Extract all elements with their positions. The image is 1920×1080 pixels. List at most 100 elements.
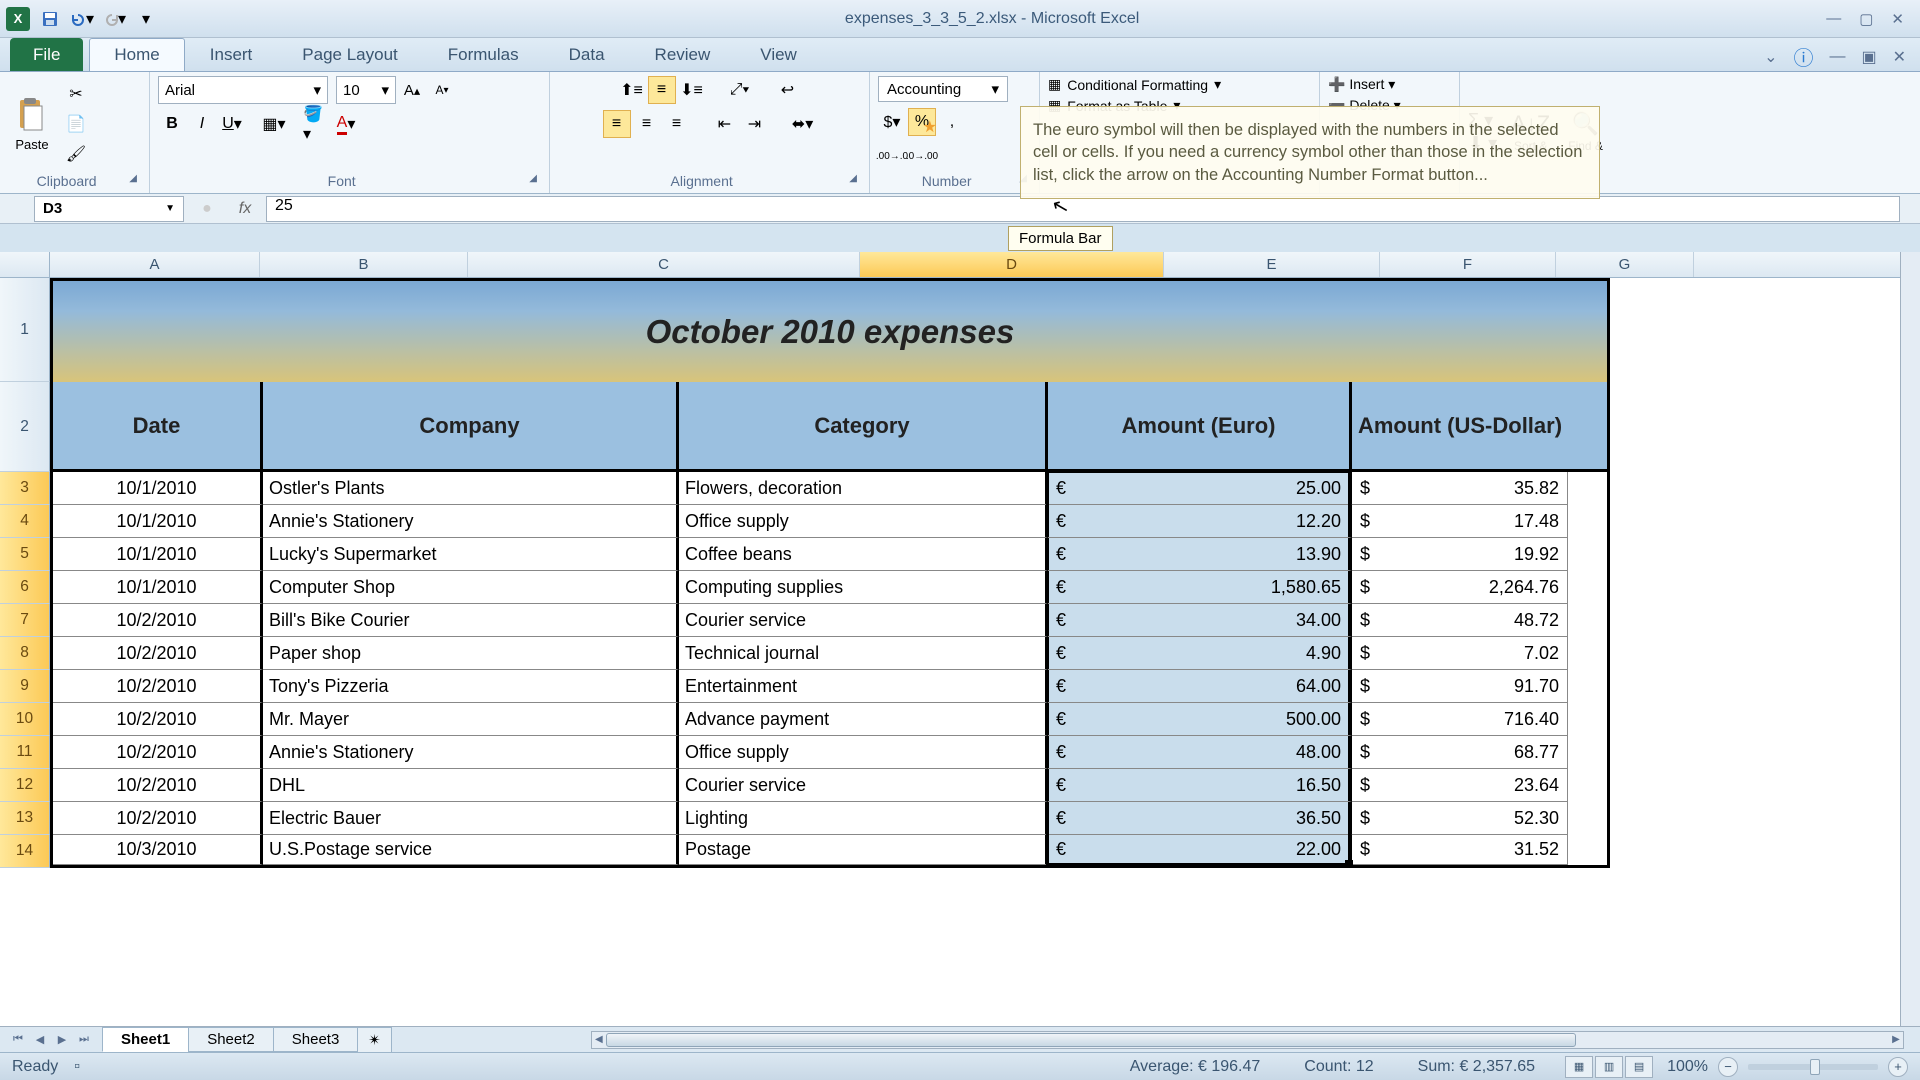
cell-date[interactable]: 10/2/2010 bbox=[53, 736, 263, 769]
cell-amount-usd[interactable]: $91.70 bbox=[1352, 670, 1568, 703]
cell-date[interactable]: 10/3/2010 bbox=[53, 835, 263, 865]
merge-center-icon[interactable]: ⬌▾ bbox=[789, 110, 817, 138]
fx-icon[interactable]: fx bbox=[232, 198, 258, 220]
cell-amount-usd[interactable]: $19.92 bbox=[1352, 538, 1568, 571]
zoom-out-icon[interactable]: − bbox=[1718, 1057, 1738, 1077]
tab-formulas[interactable]: Formulas bbox=[423, 38, 544, 71]
bold-button[interactable]: B bbox=[158, 110, 186, 138]
cell-amount-euro[interactable]: €4.90 bbox=[1048, 637, 1352, 670]
align-right-icon[interactable]: ≡ bbox=[663, 110, 691, 138]
percent-format-icon[interactable]: %★ bbox=[908, 108, 936, 136]
row-header[interactable]: 7 bbox=[0, 604, 50, 637]
excel-icon[interactable]: X bbox=[6, 7, 30, 31]
cell-amount-usd[interactable]: $7.02 bbox=[1352, 637, 1568, 670]
cell-company[interactable]: Computer Shop bbox=[263, 571, 679, 604]
page-layout-view-icon[interactable]: ▥ bbox=[1595, 1056, 1623, 1078]
help-icon[interactable]: ⓘ bbox=[1793, 42, 1813, 71]
column-header-a[interactable]: A bbox=[50, 252, 260, 277]
qat-customize-icon[interactable]: ▾ bbox=[134, 7, 158, 31]
cell-category[interactable]: Courier service bbox=[679, 604, 1048, 637]
column-header-b[interactable]: B bbox=[260, 252, 468, 277]
row-header[interactable]: 5 bbox=[0, 538, 50, 571]
tab-home[interactable]: Home bbox=[89, 38, 184, 71]
cell-amount-usd[interactable]: $48.72 bbox=[1352, 604, 1568, 637]
cell-category[interactable]: Computing supplies bbox=[679, 571, 1048, 604]
table-row[interactable]: 10/2/2010Mr. MayerAdvance payment€500.00… bbox=[50, 703, 1610, 736]
cell-company[interactable]: Paper shop bbox=[263, 637, 679, 670]
cell-category[interactable]: Technical journal bbox=[679, 637, 1048, 670]
tab-file[interactable]: File bbox=[10, 38, 83, 71]
cell-company[interactable]: Lucky's Supermarket bbox=[263, 538, 679, 571]
cell-amount-usd[interactable]: $31.52 bbox=[1352, 835, 1568, 865]
cell-date[interactable]: 10/2/2010 bbox=[53, 604, 263, 637]
cell-company[interactable]: Annie's Stationery bbox=[263, 736, 679, 769]
window-restore-icon[interactable]: ▣ bbox=[1861, 47, 1876, 67]
alignment-launcher[interactable]: ◢ bbox=[845, 173, 861, 184]
cell-category[interactable]: Postage bbox=[679, 835, 1048, 865]
cell-category[interactable]: Office supply bbox=[679, 505, 1048, 538]
cell-company[interactable]: Ostler's Plants bbox=[263, 472, 679, 505]
cell-amount-usd[interactable]: $716.40 bbox=[1352, 703, 1568, 736]
cell-category[interactable]: Coffee beans bbox=[679, 538, 1048, 571]
minimize-icon[interactable]: — bbox=[1826, 10, 1841, 28]
cell-date[interactable]: 10/2/2010 bbox=[53, 703, 263, 736]
align-bottom-icon[interactable]: ⬇≡ bbox=[678, 76, 706, 104]
font-name-select[interactable]: Arial▾ bbox=[158, 76, 328, 104]
cell-category[interactable]: Advance payment bbox=[679, 703, 1048, 736]
cell-company[interactable]: Tony's Pizzeria bbox=[263, 670, 679, 703]
cell-date[interactable]: 10/2/2010 bbox=[53, 670, 263, 703]
row-header[interactable]: 11 bbox=[0, 736, 50, 769]
column-header-c[interactable]: C bbox=[468, 252, 860, 277]
number-format-select[interactable]: Accounting▾ bbox=[878, 76, 1008, 102]
cell-amount-usd[interactable]: $23.64 bbox=[1352, 769, 1568, 802]
cell-category[interactable]: Office supply bbox=[679, 736, 1048, 769]
table-row[interactable]: 10/3/2010U.S.Postage servicePostage€22.0… bbox=[50, 835, 1610, 868]
cell-amount-euro[interactable]: €36.50 bbox=[1048, 802, 1352, 835]
tab-view[interactable]: View bbox=[735, 38, 822, 71]
fill-color-button[interactable]: 🪣▾ bbox=[302, 110, 330, 138]
conditional-formatting-button[interactable]: ▦ Conditional Formatting ▾ bbox=[1048, 76, 1221, 93]
cell-category[interactable]: Lighting bbox=[679, 802, 1048, 835]
formula-input[interactable]: 25 bbox=[266, 196, 1900, 222]
increase-decimal-icon[interactable]: .00→.0 bbox=[878, 142, 906, 170]
cell-amount-euro[interactable]: €22.00 bbox=[1048, 835, 1352, 865]
column-header-e[interactable]: E bbox=[1164, 252, 1380, 277]
undo-icon[interactable]: ▾ bbox=[70, 7, 94, 31]
sheet-nav-first-icon[interactable]: ⏮ bbox=[8, 1030, 28, 1050]
cell-company[interactable]: Mr. Mayer bbox=[263, 703, 679, 736]
cell-category[interactable]: Courier service bbox=[679, 769, 1048, 802]
sheet-title-cell[interactable]: October 2010 expenses bbox=[50, 278, 1610, 382]
minimize-ribbon-icon[interactable]: ⌄ bbox=[1764, 47, 1777, 67]
increase-font-icon[interactable]: A▴ bbox=[398, 76, 426, 104]
cell-amount-usd[interactable]: $2,264.76 bbox=[1352, 571, 1568, 604]
increase-indent-icon[interactable]: ⇥ bbox=[741, 110, 769, 138]
comma-format-icon[interactable]: , bbox=[938, 108, 966, 136]
cell-company[interactable]: DHL bbox=[263, 769, 679, 802]
cell-category[interactable]: Entertainment bbox=[679, 670, 1048, 703]
row-header[interactable]: 4 bbox=[0, 505, 50, 538]
cell-company[interactable]: Electric Bauer bbox=[263, 802, 679, 835]
tab-insert[interactable]: Insert bbox=[185, 38, 278, 71]
paste-button[interactable]: Paste bbox=[8, 91, 56, 156]
cell-amount-euro[interactable]: €13.90 bbox=[1048, 538, 1352, 571]
record-macro-icon[interactable]: ▫ bbox=[74, 1058, 80, 1076]
decrease-decimal-icon[interactable]: .0→.00 bbox=[908, 142, 936, 170]
spreadsheet-grid[interactable]: A B C D E F G 1234567891011121314 Octobe… bbox=[0, 252, 1920, 1026]
border-button[interactable]: ▦▾ bbox=[260, 110, 288, 138]
row-header[interactable]: 13 bbox=[0, 802, 50, 835]
cell-amount-euro[interactable]: €500.00 bbox=[1048, 703, 1352, 736]
cell-amount-euro[interactable]: €64.00 bbox=[1048, 670, 1352, 703]
name-box[interactable]: D3▼ bbox=[34, 196, 184, 222]
table-header-row[interactable]: Date Company Category Amount (Euro) Amou… bbox=[50, 382, 1610, 472]
table-row[interactable]: 10/2/2010DHLCourier service€16.50$23.64 bbox=[50, 769, 1610, 802]
sheet-tab-3[interactable]: Sheet3 bbox=[273, 1027, 359, 1052]
orientation-icon[interactable]: ⤢▾ bbox=[726, 76, 754, 104]
row-header[interactable]: 9 bbox=[0, 670, 50, 703]
tab-data[interactable]: Data bbox=[544, 38, 630, 71]
cell-amount-euro[interactable]: €25.00 bbox=[1048, 472, 1352, 505]
horizontal-scrollbar[interactable]: ◀ ▶ bbox=[591, 1031, 1904, 1049]
redo-icon[interactable]: ▾ bbox=[102, 7, 126, 31]
decrease-indent-icon[interactable]: ⇤ bbox=[711, 110, 739, 138]
cell-company[interactable]: U.S.Postage service bbox=[263, 835, 679, 865]
cancel-formula-icon[interactable]: ● bbox=[194, 198, 220, 220]
